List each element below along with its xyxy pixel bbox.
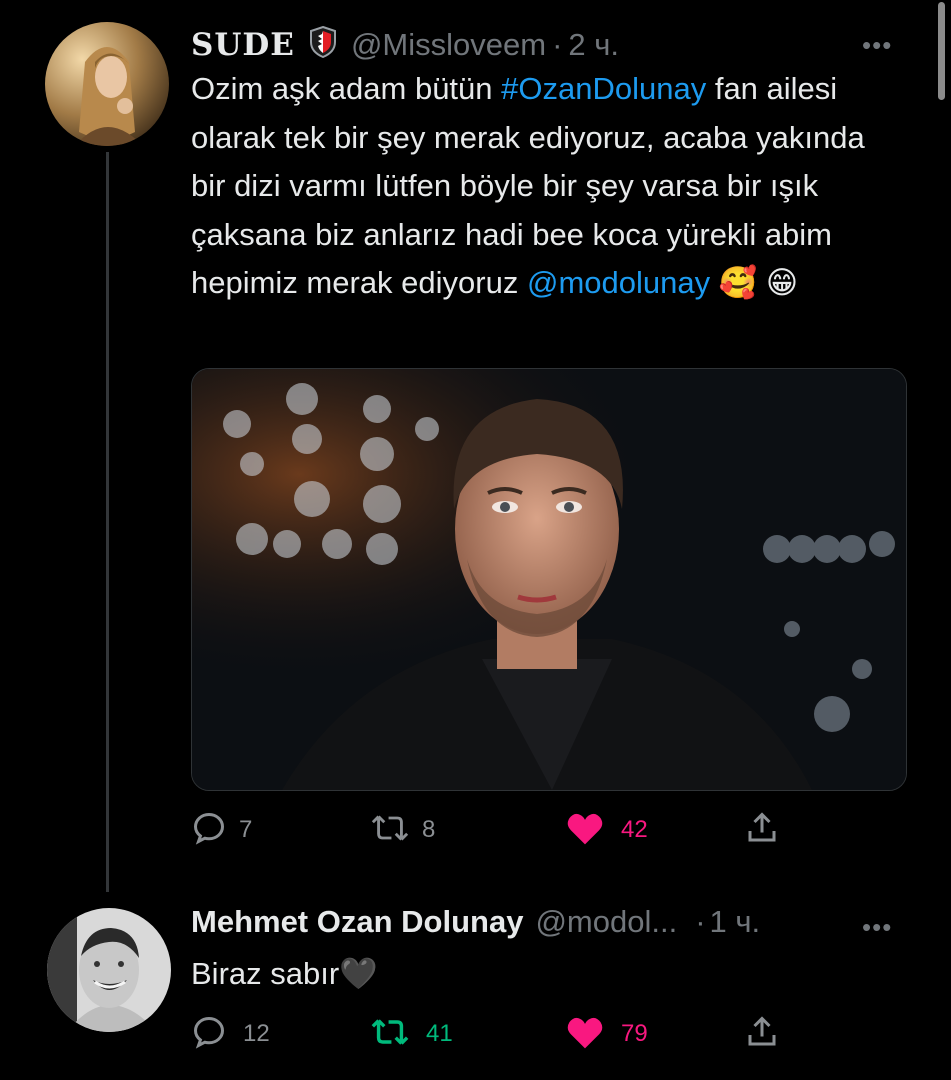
reply-count: 7 [239,816,253,843]
retweet-count: 8 [422,816,436,843]
tweet-text-part: Ozim aşk adam bütün [191,71,502,106]
retweet-count: 41 [426,1020,453,1047]
reply-icon [191,1014,227,1055]
share-button[interactable] [744,1014,780,1055]
like-button[interactable]: 79 [565,1014,648,1055]
retweet-icon [370,1014,410,1055]
reply-icon [191,810,227,851]
handle[interactable]: @modol... [535,904,677,940]
tweet-photo[interactable] [191,368,907,791]
separator-dot: · [552,27,563,62]
tweet-header: SUDE @Missloveem · 2 ч. [191,23,619,63]
retweet-button[interactable]: 41 [370,1014,453,1055]
more-icon[interactable]: ••• [862,30,892,61]
tweet-actions: 7 8 42 [0,808,951,852]
retweet-button[interactable]: 8 [370,810,435,851]
share-button[interactable] [744,810,780,851]
share-icon [744,810,780,851]
thread-line [106,152,109,892]
emoji-text: 🥰 😁 [710,265,799,300]
verified-badge-icon [309,25,337,66]
tweet-original[interactable]: SUDE @Missloveem · 2 ч. ••• Ozim aşk ada… [0,0,951,892]
timestamp[interactable]: 2 ч. [568,27,619,63]
tweet-actions: 12 41 79 [0,1012,951,1056]
handle[interactable]: @Missloveem [351,27,546,63]
more-icon[interactable]: ••• [862,912,892,943]
reply-count: 12 [243,1020,270,1047]
reply-button[interactable]: 7 [191,810,252,851]
display-name[interactable]: SUDE [191,27,295,63]
timestamp[interactable]: 1 ч. [710,904,761,940]
hashtag-link[interactable]: #OzanDolunay [501,71,706,106]
retweet-icon [370,810,410,851]
tweet-reply[interactable]: Mehmet Ozan Dolunay @modol... · 1 ч. •••… [0,880,951,1080]
reply-button[interactable]: 12 [191,1014,270,1055]
separator-dot: · [695,904,706,939]
display-name[interactable]: Mehmet Ozan Dolunay [191,904,523,940]
share-icon [744,1014,780,1055]
tweet-text: Ozim aşk adam bütün #OzanDolunay fan ail… [191,65,881,308]
avatar-sude[interactable] [45,22,169,146]
like-count: 79 [621,1020,648,1047]
mention-link[interactable]: @modolunay [527,265,710,300]
like-icon [565,1014,605,1055]
tweet-header: Mehmet Ozan Dolunay @modol... · 1 ч. [191,904,760,940]
tweet-text: Biraz sabır🖤 [191,956,378,991]
like-button[interactable]: 42 [565,810,648,851]
like-icon [565,810,605,851]
like-count: 42 [621,816,648,843]
